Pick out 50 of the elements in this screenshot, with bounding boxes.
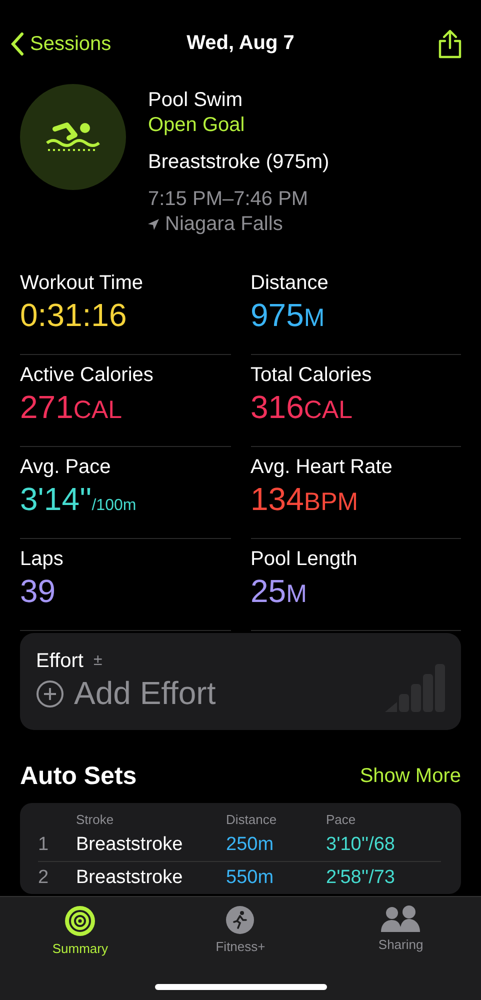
pace-cell-text: 2'58''/73 (326, 867, 396, 889)
metric-label: Avg. Heart Rate (250, 455, 394, 479)
stroke-cell-text: Breaststroke (76, 834, 184, 856)
metric-value: 0:31:16 (20, 296, 128, 335)
metric-value: 25M (250, 572, 308, 611)
location: Niagara Falls (165, 212, 283, 237)
tab[interactable]: Sharing (346, 905, 456, 956)
metric-label: Avg. Pace (20, 455, 112, 479)
metric-label: Total Calories (250, 363, 373, 387)
people-icon (380, 905, 421, 933)
workout-goal: Open Goal (148, 113, 246, 138)
nav-title: Wed, Aug 7 (186, 32, 294, 55)
row-number: 2 (38, 867, 50, 889)
location-arrow-icon (148, 219, 159, 230)
metric-value: 271CAL (20, 388, 124, 427)
show-more-link[interactable]: Show More (360, 765, 461, 788)
stroke-summary: Breaststroke (975m) (148, 150, 330, 175)
stroke-cell-text: Breaststroke (76, 867, 184, 889)
plus-circle-icon (36, 680, 64, 708)
tab[interactable]: Fitness+ (185, 905, 296, 956)
metric-label: Workout Time (20, 271, 144, 295)
time-range: 7:15 PM–7:46 PM (148, 187, 310, 212)
rings-icon (64, 905, 96, 937)
add-effort-button[interactable]: Add Effort (36, 675, 216, 712)
workout-name: Pool Swim (148, 88, 244, 113)
back-chevron-icon (10, 32, 24, 56)
metric-label: Pool Length (250, 547, 358, 571)
column-header: Stroke (76, 811, 115, 829)
row-number: 1 (38, 834, 50, 856)
column-header: Pace (326, 811, 357, 829)
share-icon (437, 29, 463, 59)
distance-cell-text: 550m (226, 867, 275, 889)
metric-value: 316CAL (250, 388, 354, 427)
metric-value: 975M (250, 296, 326, 335)
metric-value: 3'14''/100m (20, 480, 138, 519)
metric-value: 39 (20, 572, 57, 611)
metric-label: Active Calories (20, 363, 154, 387)
plus-minus-sign: ± (93, 652, 102, 670)
section-title: Auto Sets (20, 762, 137, 791)
pace-cell-text: 3'10''/68 (326, 834, 396, 856)
effort-label: Effort (36, 649, 84, 673)
metric-label: Distance (250, 271, 330, 295)
metric-value: 134BPM (250, 480, 360, 519)
tab[interactable]: Summary (25, 905, 136, 956)
column-header: Distance (226, 811, 278, 829)
back-link[interactable]: Sessions (10, 32, 112, 56)
share-button[interactable] (437, 29, 463, 59)
runner-icon (225, 905, 256, 935)
metric-label: Laps (20, 547, 64, 571)
distance-cell-text: 250m (226, 834, 275, 856)
